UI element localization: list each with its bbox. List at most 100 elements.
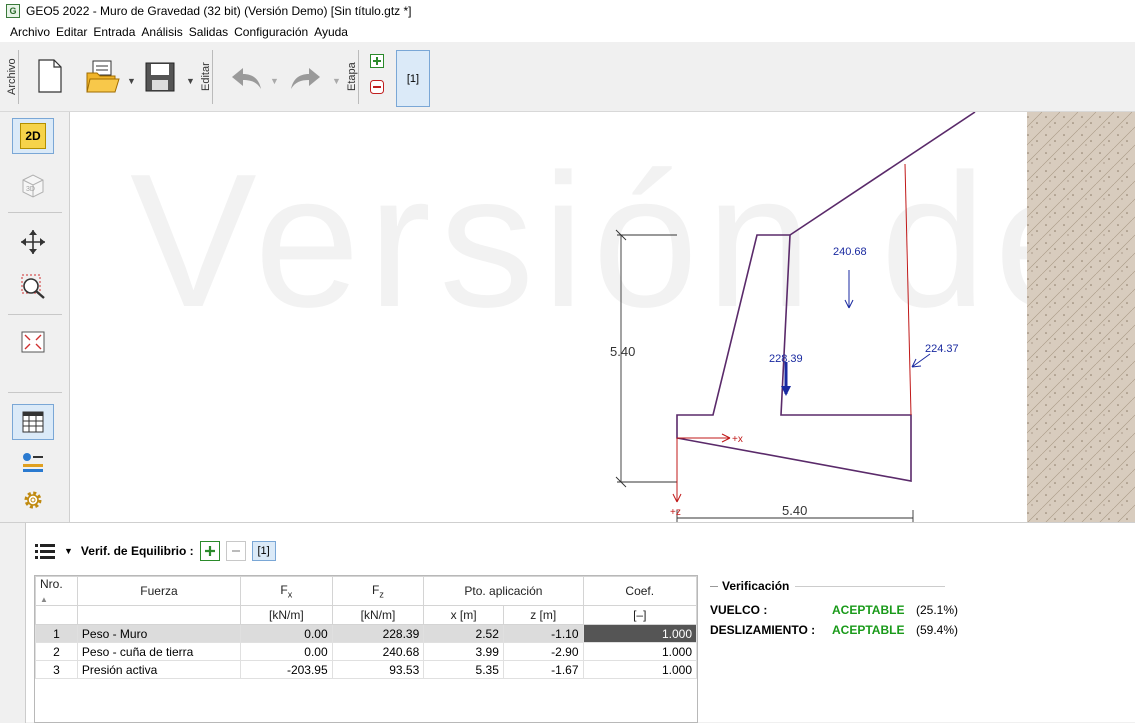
wall-drawing: 5.40 5.40 +x +z 240.68 228.39 224.37 xyxy=(610,112,1135,522)
cell-fx: -203.95 xyxy=(240,660,333,679)
group-archivo-label: Archivo xyxy=(6,50,19,104)
view-3d-button[interactable]: 3D xyxy=(12,168,54,204)
menu-editar[interactable]: Editar xyxy=(56,25,87,39)
verification-title: Verificación xyxy=(710,579,1110,593)
pan-button[interactable] xyxy=(12,224,54,260)
cube-3d-icon: 3D xyxy=(22,174,44,198)
col-fz-unit: [kN/m] xyxy=(331,605,425,625)
window-title: GEO5 2022 - Muro de Gravedad (32 bit) (V… xyxy=(26,4,412,18)
cell-fz: 228.39 xyxy=(331,624,425,643)
add-icon xyxy=(204,546,215,556)
active-pressure-line xyxy=(904,163,912,416)
col-x-unit: x [m] xyxy=(423,605,504,625)
view-2d-button[interactable]: 2D xyxy=(12,118,54,154)
cell-z: -1.10 xyxy=(502,624,584,643)
view-toolbar: 2D 3D xyxy=(0,112,70,522)
table-view-button[interactable] xyxy=(12,404,54,440)
col-pto-aplicacion[interactable]: Pto. aplicación xyxy=(423,576,584,606)
cell-x: 3.99 xyxy=(423,642,504,661)
cell-nro: 2 xyxy=(35,642,78,661)
col-coef[interactable]: Coef. xyxy=(582,576,698,606)
col-fz[interactable]: Fz xyxy=(331,576,425,606)
cell-fuerza: Peso - Muro xyxy=(76,624,242,643)
add-verification-button[interactable] xyxy=(199,541,220,561)
drawing-canvas[interactable]: Versión de 5.40 5.40 +x +z 240.68 228.39… xyxy=(70,112,1135,522)
remove-icon xyxy=(231,550,240,552)
group-etapa-label: Etapa xyxy=(346,50,359,104)
cell-nro: 3 xyxy=(35,660,78,679)
cell-fuerza: Presión activa xyxy=(76,660,242,679)
table-row[interactable]: 3 Presión activa -203.95 93.53 5.35 -1.6… xyxy=(35,660,698,679)
cell-coef[interactable]: 1.000 xyxy=(582,660,698,679)
table-row[interactable]: 1 Peso - Muro 0.00 228.39 2.52 -1.10 1.0… xyxy=(35,624,698,643)
results-toolbar: ▼ Verif. de Equilibrio : [1] xyxy=(34,537,282,565)
add-stage-button[interactable] xyxy=(368,52,386,70)
col-fx[interactable]: Fx xyxy=(240,576,333,606)
width-dimension-label: 5.40 xyxy=(782,503,807,518)
z-axis-label: +z xyxy=(670,507,681,518)
x-axis-label: +x xyxy=(732,434,743,445)
redo-button[interactable] xyxy=(286,60,326,96)
list-menu-button[interactable]: ▼ xyxy=(34,542,73,560)
vuelco-row: VUELCO : ACEPTABLE (25.1%) xyxy=(710,603,1110,617)
col-coef-unit: [–] xyxy=(582,605,698,625)
deslizamiento-row: DESLIZAMIENTO : ACEPTABLE (59.4%) xyxy=(710,623,1110,637)
redo-dropdown-icon[interactable]: ▼ xyxy=(332,76,341,86)
remove-stage-button[interactable] xyxy=(368,78,386,96)
forces-table: Nro. ▲ Fuerza Fx Fz Pto. aplicación Coef… xyxy=(34,575,698,723)
cell-fz: 93.53 xyxy=(331,660,425,679)
vuelco-percent: (25.1%) xyxy=(916,603,959,617)
deslizamiento-label: DESLIZAMIENTO : xyxy=(710,623,816,637)
col-nro[interactable]: Nro. ▲ xyxy=(35,576,78,606)
main-toolbar: Archivo ▼ ▼ Editar ▼ ▼ Etapa xyxy=(0,42,1135,112)
active-pressure-label: 224.37 xyxy=(925,343,959,355)
col-fuerza[interactable]: Fuerza xyxy=(76,576,242,606)
undo-dropdown-icon[interactable]: ▼ xyxy=(270,76,279,86)
remove-verification-button[interactable] xyxy=(225,541,246,561)
wedge-weight-label: 240.68 xyxy=(833,246,867,258)
labels-button[interactable] xyxy=(12,444,54,480)
col-fuerza-unit xyxy=(76,605,242,625)
col-z-unit: z [m] xyxy=(502,605,584,625)
move-arrows-icon xyxy=(21,230,45,254)
menu-entrada[interactable]: Entrada xyxy=(93,25,135,39)
vuelco-label: VUELCO : xyxy=(710,603,768,617)
menu-analisis[interactable]: Análisis xyxy=(141,25,182,39)
save-button[interactable] xyxy=(140,54,180,100)
table-row[interactable]: 2 Peso - cuña de tierra 0.00 240.68 3.99… xyxy=(35,642,698,661)
open-file-button[interactable] xyxy=(82,54,124,100)
cell-coef[interactable]: 1.000 xyxy=(582,624,698,643)
zoom-button[interactable] xyxy=(12,268,54,304)
undo-button[interactable] xyxy=(226,60,266,96)
open-folder-icon xyxy=(86,60,120,93)
zoom-icon xyxy=(21,274,45,299)
verification-1-tab[interactable]: [1] xyxy=(251,541,276,561)
menu-ayuda[interactable]: Ayuda xyxy=(314,25,348,39)
open-dropdown-icon[interactable]: ▼ xyxy=(127,76,136,86)
menu-configuracion[interactable]: Configuración xyxy=(234,25,308,39)
fit-view-button[interactable] xyxy=(12,324,54,360)
view-2d-icon: 2D xyxy=(20,123,46,149)
menu-archivo[interactable]: Archivo xyxy=(10,25,50,39)
cell-nro: 1 xyxy=(35,624,78,643)
list-icon xyxy=(35,544,55,559)
new-file-icon xyxy=(38,59,62,93)
stage-1-tab[interactable]: [1] xyxy=(396,50,430,107)
labels-icon xyxy=(23,453,43,472)
col-nro-unit xyxy=(35,605,78,625)
cell-fuerza: Peso - cuña de tierra xyxy=(76,642,242,661)
list-dropdown-icon: ▼ xyxy=(64,546,73,556)
cell-x: 5.35 xyxy=(423,660,504,679)
cell-coef[interactable]: 1.000 xyxy=(582,642,698,661)
table-icon xyxy=(22,411,44,433)
gear-icon xyxy=(24,491,42,509)
active-pressure-arrow xyxy=(911,353,931,368)
save-dropdown-icon[interactable]: ▼ xyxy=(186,76,195,86)
new-file-button[interactable] xyxy=(30,52,70,100)
vuelco-status: ACEPTABLE xyxy=(832,603,905,617)
menu-salidas[interactable]: Salidas xyxy=(189,25,228,39)
panel-gutter[interactable] xyxy=(0,523,26,723)
height-dimension-label: 5.40 xyxy=(610,344,635,359)
settings-button[interactable] xyxy=(12,482,54,518)
redo-icon xyxy=(291,68,320,89)
